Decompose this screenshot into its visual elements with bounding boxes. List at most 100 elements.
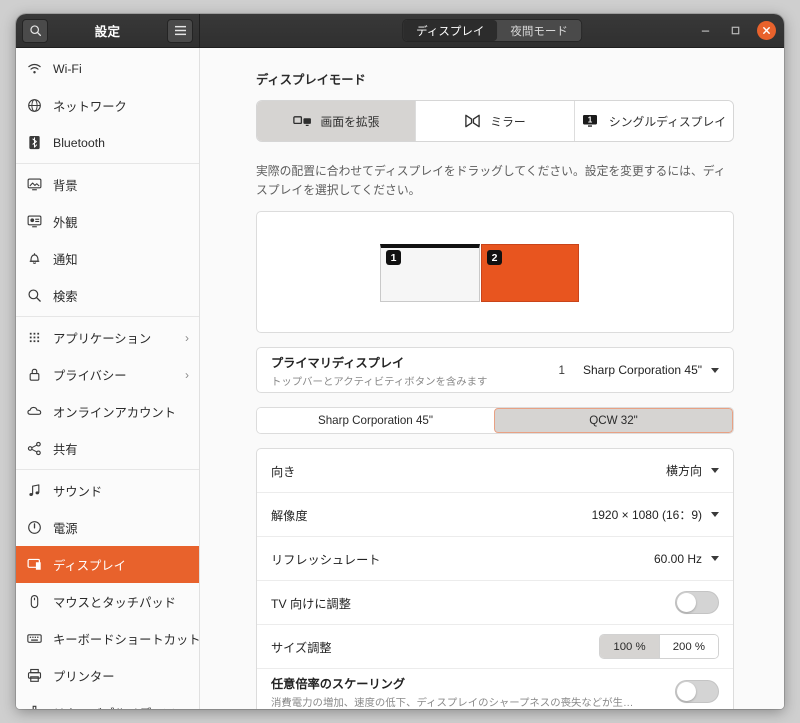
scale-segmented-control: 100 % 200 %	[599, 634, 719, 660]
primary-display-value: Sharp Corporation 45"	[583, 363, 702, 378]
sidebar-item-search[interactable]: 検索	[16, 277, 199, 314]
power-icon	[26, 520, 42, 536]
hamburger-menu-icon	[174, 25, 186, 36]
primary-display-card: プライマリディスプレイ トップバーとアクティビティボタンを含みます 1 Shar…	[256, 347, 734, 394]
grid-apps-icon	[29, 332, 39, 343]
maximize-button[interactable]	[727, 22, 744, 39]
sidebar-item-label: キーボードショートカット	[53, 632, 200, 647]
refresh-rate-row[interactable]: リフレッシュレート 60.00 Hz	[257, 537, 733, 582]
share-icon	[26, 441, 42, 457]
sidebar-item-grid-apps[interactable]: アプリケーション ›	[16, 319, 199, 356]
resolution-label: 解像度	[271, 508, 308, 523]
orientation-text: 向き	[271, 462, 666, 480]
sidebar-item-keyboard[interactable]: キーボードショートカット	[16, 620, 199, 657]
orientation-row[interactable]: 向き 横方向	[257, 449, 733, 494]
monitor-1[interactable]: 1	[380, 244, 480, 303]
refresh-rate-dropdown[interactable]: 60.00 Hz	[654, 552, 719, 566]
resolution-row[interactable]: 解像度 1920 × 1080 (16：9)	[257, 493, 733, 538]
chevron-down-icon	[711, 556, 719, 562]
sidebar-separator	[16, 163, 199, 164]
scale-label: サイズ調整	[271, 640, 332, 655]
monitor-arrangement-area[interactable]: 1 2	[256, 211, 734, 334]
toggle-knob	[677, 593, 696, 613]
mode-join-displays[interactable]: 画面を拡張	[257, 101, 416, 141]
keyboard-icon	[26, 631, 42, 647]
sidebar-item-share[interactable]: 共有	[16, 430, 199, 467]
search-button[interactable]	[22, 18, 48, 43]
fractional-scaling-label: 任意倍率のスケーリング	[271, 676, 406, 691]
printer-icon	[26, 668, 42, 684]
scale-row: サイズ調整 100 % 200 %	[257, 625, 733, 670]
header-bar: 設定 ディスプレイ 夜間モード	[16, 14, 784, 48]
resolution-value: 1920 × 1080 (16：9)	[591, 508, 702, 523]
primary-display-row[interactable]: プライマリディスプレイ トップバーとアクティビティボタンを含みます 1 Shar…	[257, 348, 733, 392]
close-button[interactable]	[757, 21, 776, 40]
tab-display[interactable]: ディスプレイ	[403, 20, 498, 41]
display-mode-group: 画面を拡張 ミラー 1 シングルディスプレイ	[256, 100, 734, 142]
primary-display-dropdown[interactable]: 1 Sharp Corporation 45"	[559, 363, 719, 377]
fractional-scaling-row: 任意倍率のスケーリング 消費電力の増加、速度の低下、ディスプレイのシャープネスの…	[257, 669, 733, 709]
sidebar-item-music-note[interactable]: サウンド	[16, 472, 199, 509]
bluetooth-icon	[28, 135, 40, 150]
sidebar-item-label: 共有	[53, 442, 78, 457]
sidebar-item-bell[interactable]: 通知	[16, 240, 199, 277]
adjust-for-tv-toggle[interactable]	[675, 591, 719, 615]
sidebar-item-mouse[interactable]: マウスとタッチパッド	[16, 583, 199, 620]
maximize-icon	[731, 26, 740, 35]
toggle-knob	[677, 681, 696, 701]
sidebar-item-lock[interactable]: プライバシー ›	[16, 356, 199, 393]
mouse-icon	[30, 594, 38, 609]
sidebar-item-cloud[interactable]: オンラインアカウント	[16, 393, 199, 430]
sidebar-item-wallpaper[interactable]: 背景	[16, 166, 199, 203]
sidebar-item-label: アプリケーション	[53, 331, 152, 346]
minimize-button[interactable]	[697, 22, 714, 39]
cloud-icon	[26, 404, 42, 420]
mode-single-display[interactable]: 1 シングルディスプレイ	[575, 101, 733, 141]
primary-display-title: プライマリディスプレイ	[271, 355, 405, 370]
chevron-right-icon: ›	[185, 367, 189, 382]
scale-option-100[interactable]: 100 %	[600, 635, 660, 659]
display-settings-panel: ディスプレイモード 画面を拡張 ミラー 1 シングルディスプレイ 実際の配置に合…	[200, 48, 784, 709]
mode-mirror-label: ミラー	[490, 114, 526, 129]
scale-option-200[interactable]: 200 %	[659, 635, 718, 659]
sidebar-item-power[interactable]: 電源	[16, 509, 199, 546]
fractional-scaling-subtitle: 消費電力の増加、速度の低下、ディスプレイのシャープネスの喪失などが生じる可能性が…	[271, 697, 641, 709]
refresh-rate-value: 60.00 Hz	[653, 551, 702, 566]
orientation-value: 横方向	[665, 464, 702, 479]
adjust-for-tv-text: TV 向けに調整	[271, 594, 675, 612]
lock-icon	[26, 367, 42, 383]
sidebar-item-usb[interactable]: リムーバブルメディア	[16, 694, 199, 709]
sidebar-item-wifi[interactable]: Wi-Fi	[16, 50, 199, 87]
monitor-2[interactable]: 2	[481, 244, 579, 303]
refresh-rate-text: リフレッシュレート	[271, 550, 654, 568]
orientation-dropdown[interactable]: 横方向	[666, 462, 719, 479]
sidebar-item-label: サウンド	[53, 484, 103, 499]
bluetooth-icon	[26, 135, 42, 151]
sidebar-item-bluetooth[interactable]: Bluetooth	[16, 124, 199, 161]
monitor-tab-sharp[interactable]: Sharp Corporation 45"	[257, 408, 494, 434]
sidebar-item-label: プライバシー	[53, 368, 127, 383]
mode-mirror[interactable]: ミラー	[416, 101, 575, 141]
sidebar-item-label: 検索	[53, 289, 78, 304]
usb-icon	[26, 705, 42, 709]
sidebar-item-globe[interactable]: ネットワーク	[16, 87, 199, 124]
sidebar-item-printer[interactable]: プリンター	[16, 657, 199, 694]
main-menu-button[interactable]	[167, 18, 193, 43]
chevron-down-icon	[711, 468, 719, 474]
lock-icon	[29, 368, 39, 381]
sidebar-item-label: マウスとタッチパッド	[53, 595, 176, 610]
window-body: Wi-Fi ネットワーク Bluetooth 背景 外観 通知 検索 アプリケーション › プライ…	[16, 48, 784, 709]
sidebar-item-label: オンラインアカウント	[53, 405, 176, 420]
usb-icon	[32, 705, 36, 709]
fractional-scaling-toggle[interactable]	[675, 679, 719, 703]
monitor-tab-qcw[interactable]: QCW 32"	[494, 408, 733, 434]
keyboard-icon	[26, 634, 42, 643]
resolution-dropdown[interactable]: 1920 × 1080 (16：9)	[592, 506, 719, 523]
grid-apps-icon	[26, 330, 42, 346]
sidebar: Wi-Fi ネットワーク Bluetooth 背景 外観 通知 検索 アプリケーション › プライ…	[16, 48, 200, 709]
monitor-settings-card: 向き 横方向 解像度 1920 × 1080 (16：9) リフレッシュレート …	[256, 448, 734, 709]
tab-night-mode[interactable]: 夜間モード	[497, 20, 581, 41]
adjust-for-tv-row: TV 向けに調整	[257, 581, 733, 626]
sidebar-item-appearance[interactable]: 外観	[16, 203, 199, 240]
sidebar-item-display[interactable]: ディスプレイ	[16, 546, 199, 583]
